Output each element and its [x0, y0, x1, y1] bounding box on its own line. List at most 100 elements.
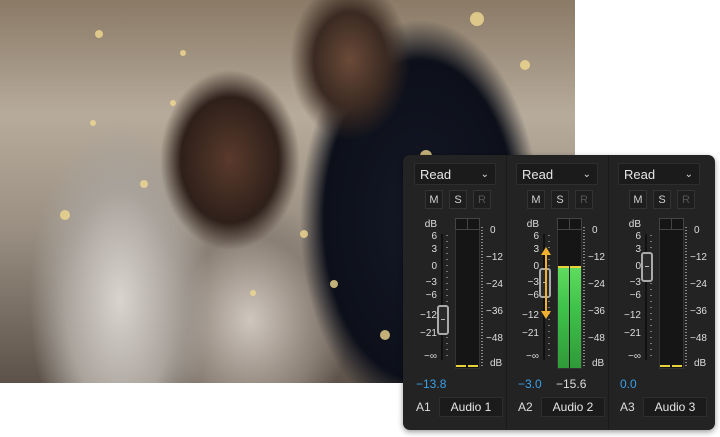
fader-scale-label: −21	[624, 328, 641, 339]
confetti-sparkle	[520, 60, 530, 70]
level-meter	[455, 218, 480, 369]
meter-scale-label: −48	[486, 333, 503, 344]
confetti-sparkle	[140, 180, 148, 188]
fader-scale-label: 0	[635, 261, 641, 272]
automation-mode-dropdown[interactable]: Read ⌄	[618, 163, 700, 185]
volume-value[interactable]: −13.8	[416, 377, 446, 391]
meter-peak-readout: −15.6	[556, 377, 587, 391]
meter-scale-label: dB	[694, 358, 707, 369]
meter-peak-indicator	[456, 365, 466, 367]
meter-scale-label: dB	[490, 358, 503, 369]
fader-scale-label: −12	[624, 310, 641, 321]
track-name-field[interactable]: Audio 1	[439, 397, 503, 417]
meter-scale-label: −48	[690, 333, 707, 344]
track-id: A2	[518, 400, 533, 414]
meter-scale-label: 0	[592, 225, 598, 236]
meter-scale-label: dB	[592, 358, 605, 369]
meter-scale-label: −48	[588, 333, 605, 344]
solo-button[interactable]: S	[449, 190, 467, 209]
record-button[interactable]: R	[677, 190, 695, 209]
automation-mode-value: Read	[420, 167, 452, 182]
meter-ticks	[481, 227, 483, 367]
confetti-sparkle	[250, 290, 256, 296]
channel-strip-a2: Read ⌄ M S RdB 6 3 0 −3 −6 −12 −21 −∞ 0 −12 −24 −36 −48 dB…	[507, 155, 609, 430]
fader-scale-label: −12	[420, 310, 437, 321]
meter-peak-indicator	[672, 365, 682, 367]
track-name-field[interactable]: Audio 3	[643, 397, 707, 417]
record-button[interactable]: R	[473, 190, 491, 209]
channel-strip-a1: Read ⌄ M S RdB 6 3 0 −3 −6 −12 −21 −∞ 0 −12 −24 −36 −48 dB…	[405, 155, 507, 430]
fader-scale-label: −3	[425, 277, 437, 288]
fader-scale-label: −6	[527, 290, 539, 301]
fader-scale-unit: dB	[424, 219, 437, 230]
volume-fader-handle[interactable]	[641, 252, 653, 282]
fader-scale-label: −21	[420, 328, 437, 339]
fader-ticks	[446, 235, 448, 359]
meter-scale-label: −12	[588, 252, 605, 263]
mute-button[interactable]: M	[425, 190, 443, 209]
automation-mode-dropdown[interactable]: Read ⌄	[414, 163, 496, 185]
fader-scale-label: −∞	[526, 351, 539, 362]
level-meter	[659, 218, 684, 369]
volume-value[interactable]: −3.0	[518, 377, 542, 391]
meter-scale-label: −12	[486, 252, 503, 263]
fader-scale-label: −3	[527, 277, 539, 288]
solo-button[interactable]: S	[653, 190, 671, 209]
fader-track	[441, 234, 443, 360]
solo-button[interactable]: S	[551, 190, 569, 209]
meter-level-bar	[558, 266, 569, 368]
fader-scale-unit: dB	[628, 219, 641, 230]
mute-button[interactable]: M	[527, 190, 545, 209]
meter-scale-label: −24	[690, 279, 707, 290]
chevron-down-icon: ⌄	[582, 169, 591, 180]
meter-peak-indicator	[660, 365, 670, 367]
automation-mode-value: Read	[624, 167, 656, 182]
fader-scale-label: 3	[635, 244, 641, 255]
fader-scale-label: 0	[533, 261, 539, 272]
fader-scale-label: 0	[431, 261, 437, 272]
volume-fader-handle[interactable]	[437, 304, 449, 335]
confetti-sparkle	[180, 50, 186, 56]
track-id: A3	[620, 400, 635, 414]
channel-strip-a3: Read ⌄ M S RdB 6 3 0 −3 −6 −12 −21 −∞ 0 −12 −24 −36 −48 dB…	[609, 155, 713, 430]
meter-clip-indicator	[557, 218, 582, 230]
confetti-sparkle	[95, 30, 103, 38]
meter-scale-label: −12	[690, 252, 707, 263]
volume-adjust-arrow-icon	[541, 247, 551, 319]
fader-scale-label: 6	[431, 231, 437, 242]
mute-button[interactable]: M	[629, 190, 647, 209]
fader-scale-label: −∞	[424, 351, 437, 362]
track-name-field[interactable]: Audio 2	[541, 397, 605, 417]
meter-scale-label: −24	[588, 279, 605, 290]
fader-scale-label: −∞	[628, 351, 641, 362]
fader-scale-label: 3	[533, 244, 539, 255]
meter-scale-label: 0	[490, 225, 496, 236]
fader-scale-label: −6	[629, 290, 641, 301]
fader-scale-label: 6	[635, 231, 641, 242]
record-button[interactable]: R	[575, 190, 593, 209]
meter-scale-label: −36	[690, 306, 707, 317]
volume-value[interactable]: 0.0	[620, 377, 637, 391]
fader-scale-label: 3	[431, 244, 437, 255]
confetti-sparkle	[300, 230, 308, 238]
meter-scale-label: −36	[588, 306, 605, 317]
meter-scale-label: −24	[486, 279, 503, 290]
automation-mode-dropdown[interactable]: Read ⌄	[516, 163, 598, 185]
meter-ticks	[685, 227, 687, 367]
track-id: A1	[416, 400, 431, 414]
fader-scale-unit: dB	[526, 219, 539, 230]
meter-peak-indicator	[468, 365, 478, 367]
chevron-down-icon: ⌄	[684, 169, 693, 180]
confetti-sparkle	[330, 280, 338, 288]
meter-ticks	[583, 227, 585, 367]
chevron-down-icon: ⌄	[480, 169, 489, 180]
confetti-sparkle	[470, 12, 484, 26]
fader-scale-label: −12	[522, 310, 539, 321]
meter-clip-indicator	[659, 218, 684, 230]
confetti-sparkle	[60, 210, 70, 220]
fader-scale-label: −3	[629, 277, 641, 288]
fader-scale-label: −6	[425, 290, 437, 301]
confetti-sparkle	[170, 100, 176, 106]
meter-scale-label: −36	[486, 306, 503, 317]
fader-scale-label: −21	[522, 328, 539, 339]
